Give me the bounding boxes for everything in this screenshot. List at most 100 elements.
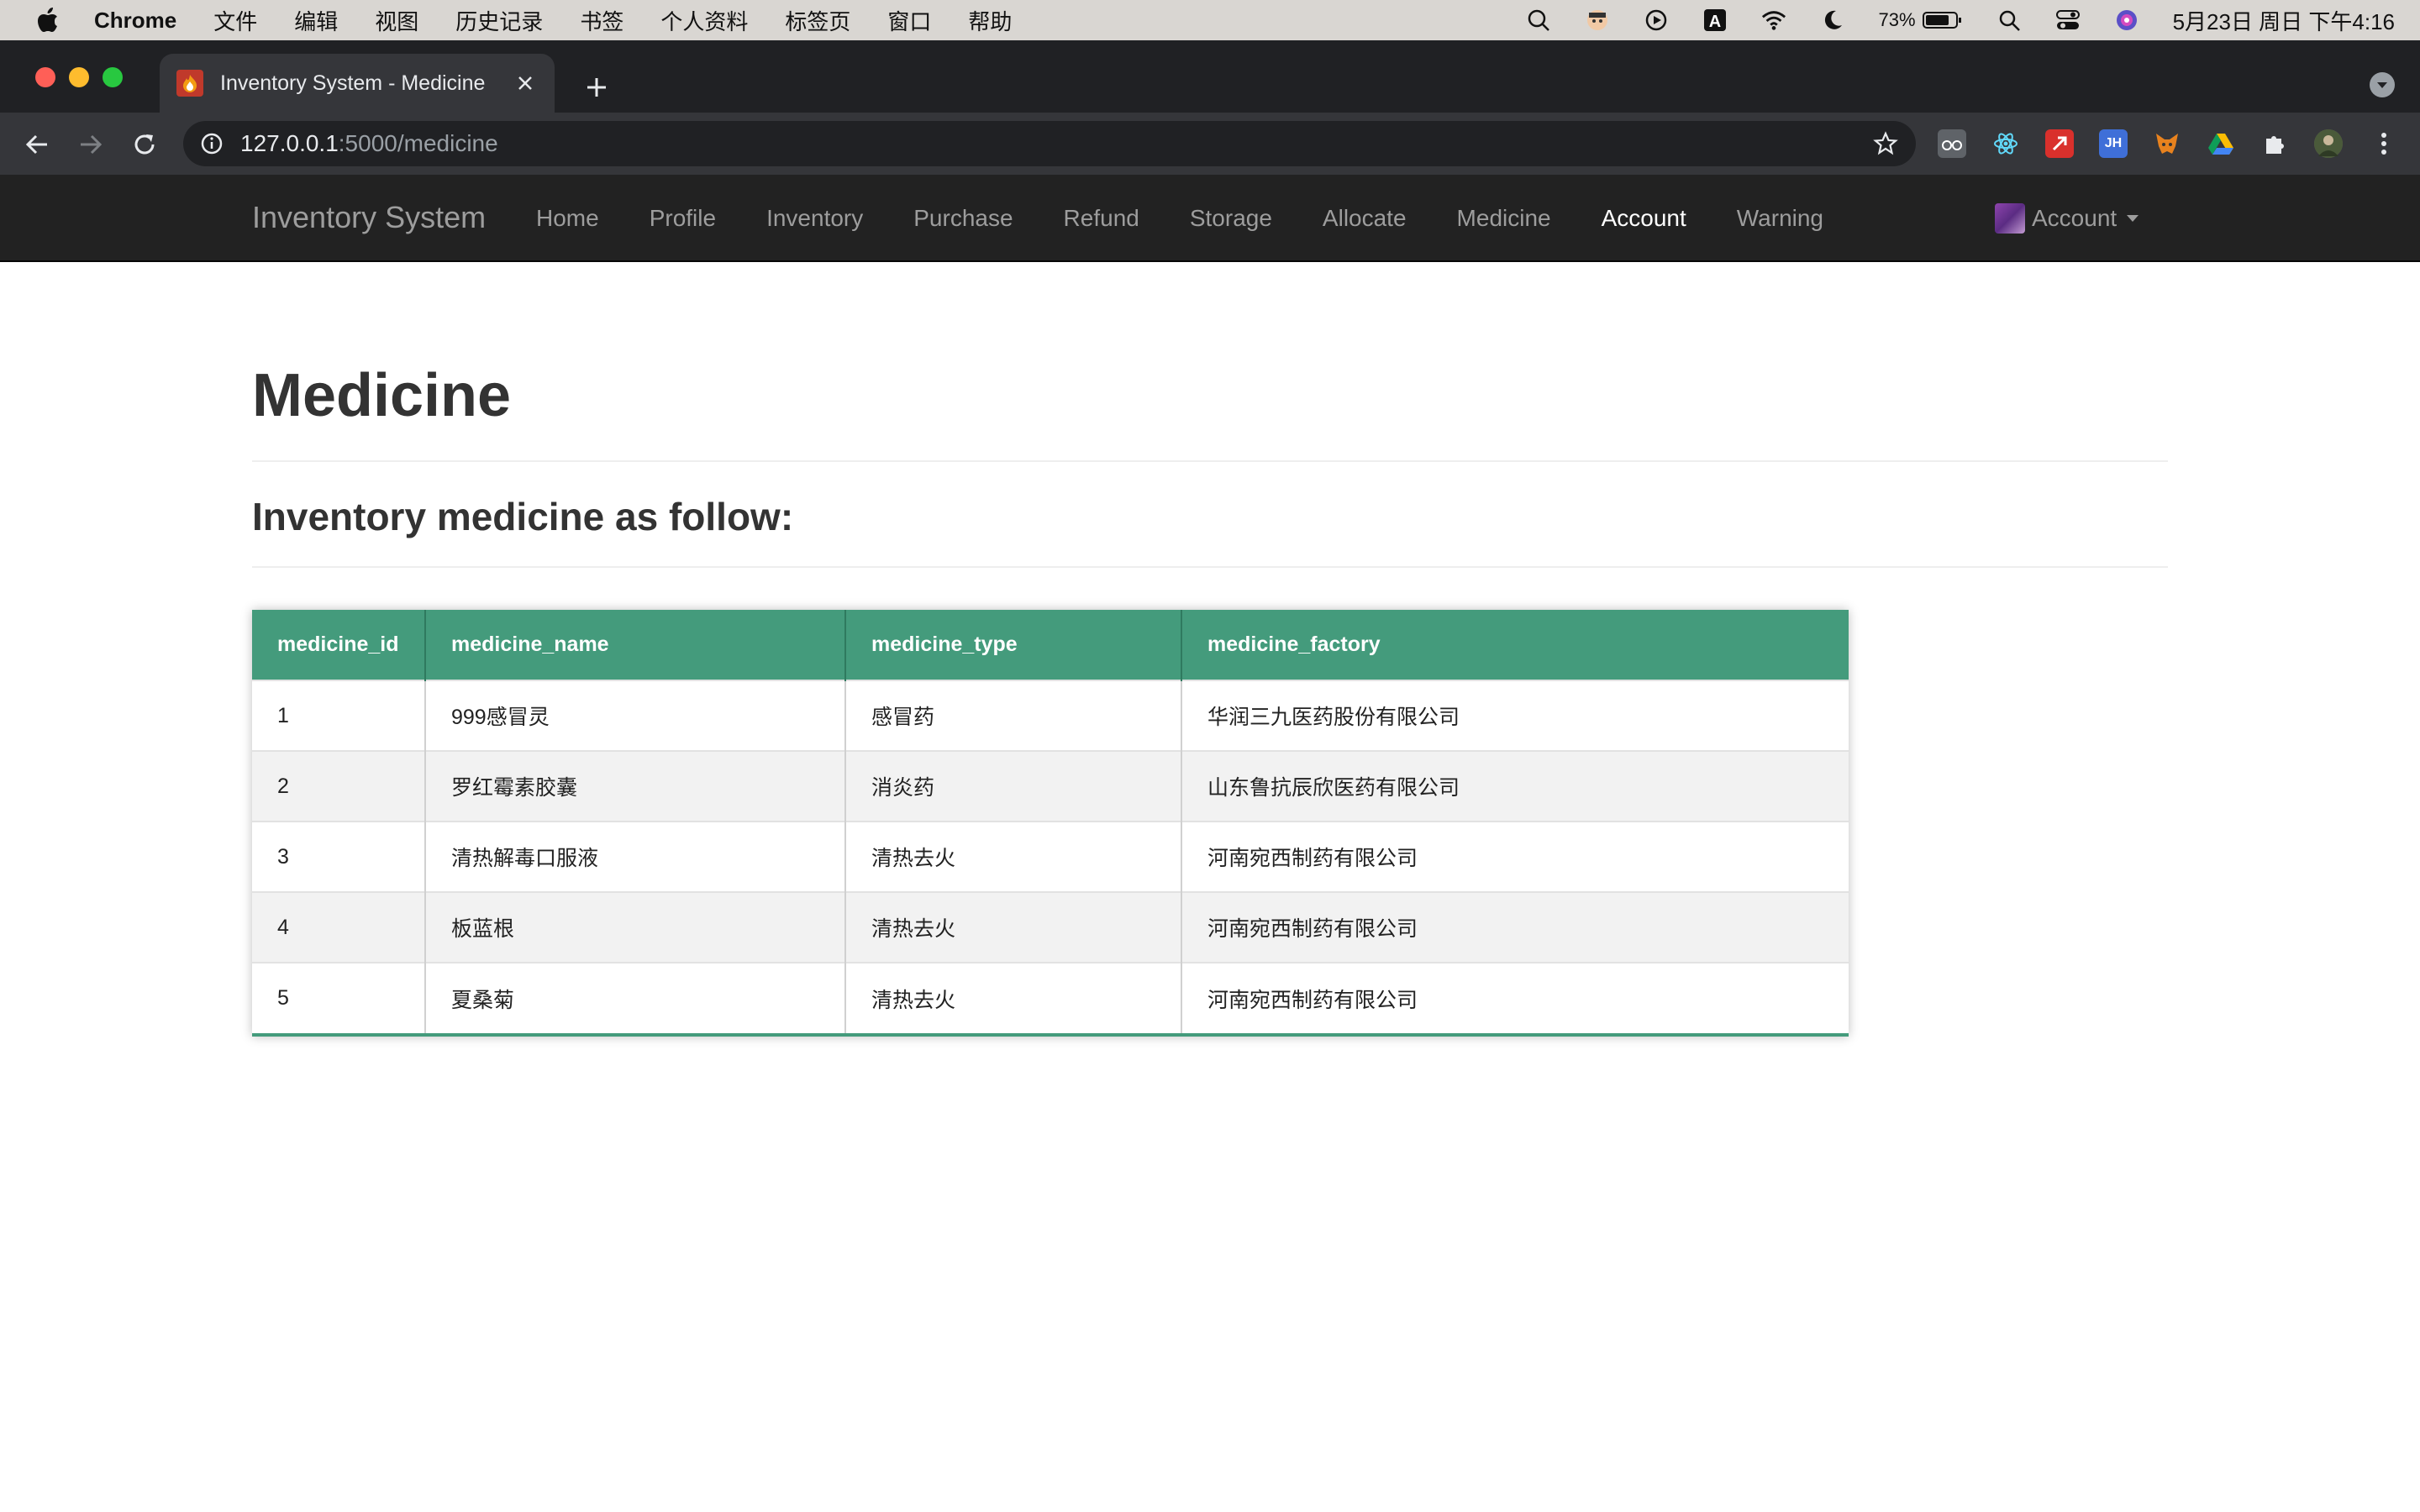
moon-icon[interactable]	[1820, 8, 1845, 33]
menu-file[interactable]: 文件	[213, 5, 257, 36]
menu-view[interactable]: 视图	[375, 5, 418, 36]
column-header-factory: medicine_factory	[1181, 610, 1849, 680]
extension-jh-icon[interactable]: JH	[2099, 129, 2128, 158]
nav-storage[interactable]: Storage	[1190, 205, 1272, 232]
cell-name: 板蓝根	[425, 891, 846, 963]
page-subtitle: Inventory medicine as follow:	[252, 495, 794, 538]
cell-id: 2	[252, 750, 426, 822]
browser-tab-active[interactable]: Inventory System - Medicine	[160, 54, 555, 113]
new-tab-icon[interactable]	[580, 71, 613, 104]
table-row: 2 罗红霉素胶囊 消炎药 山东鲁抗辰欣医药有限公司	[252, 750, 1849, 822]
cell-id: 1	[252, 680, 426, 751]
reload-icon[interactable]	[128, 128, 161, 161]
tab-search-icon[interactable]	[2370, 72, 2395, 97]
caret-down-icon	[2127, 215, 2139, 222]
nav-account[interactable]: Account	[1602, 205, 1686, 232]
nav-home[interactable]: Home	[536, 205, 599, 232]
navbar-brand[interactable]: Inventory System	[252, 200, 486, 235]
nav-purchase[interactable]: Purchase	[913, 205, 1013, 232]
table-row: 1 999感冒灵 感冒药 华润三九医药股份有限公司	[252, 680, 1849, 751]
bookmark-star-icon[interactable]	[1872, 130, 1899, 157]
extension-metamask-icon[interactable]	[2153, 129, 2181, 158]
url-path: :5000/medicine	[338, 130, 498, 156]
extension-arrow-icon[interactable]	[2045, 129, 2074, 158]
menu-app-name[interactable]: Chrome	[94, 8, 176, 34]
divider	[252, 460, 2168, 462]
window-zoom-button[interactable]	[103, 67, 123, 87]
table-row: 4 板蓝根 清热去火 河南宛西制药有限公司	[252, 891, 1849, 963]
nav-warning[interactable]: Warning	[1737, 205, 1823, 232]
chrome-menu-icon[interactable]	[2370, 129, 2398, 158]
window-close-button[interactable]	[35, 67, 55, 87]
column-header-type: medicine_type	[845, 610, 1182, 680]
account-dropdown-label: Account	[2032, 205, 2118, 231]
window-minimize-button[interactable]	[69, 67, 89, 87]
divider	[252, 566, 2168, 568]
svg-text:A: A	[1708, 13, 1720, 31]
column-header-id: medicine_id	[252, 610, 426, 680]
menubar-clock[interactable]: 5月23日 周日 下午4:16	[2173, 5, 2395, 36]
address-bar[interactable]: 127.0.0.1:5000/medicine	[183, 121, 1916, 166]
navbar-links: Home Profile Inventory Purchase Refund S…	[536, 175, 1874, 262]
cell-factory: 河南宛西制药有限公司	[1181, 821, 1849, 892]
extension-react-icon[interactable]	[1991, 129, 2020, 158]
menu-help[interactable]: 帮助	[968, 5, 1012, 36]
tab-close-icon[interactable]	[514, 72, 536, 94]
cell-factory: 华润三九医药股份有限公司	[1181, 680, 1849, 751]
menu-profile[interactable]: 个人资料	[660, 5, 748, 36]
table-header-row: medicine_id medicine_name medicine_type …	[252, 610, 1849, 680]
siri-icon[interactable]	[2114, 8, 2139, 33]
character-icon[interactable]	[1585, 8, 1610, 33]
battery-icon[interactable]	[1922, 8, 1963, 33]
cell-type: 清热去火	[845, 962, 1182, 1033]
url-host: 127.0.0.1	[240, 130, 339, 156]
page-title: Medicine	[252, 362, 512, 429]
menu-history[interactable]: 历史记录	[455, 5, 543, 36]
control-center-icon[interactable]	[2055, 8, 2081, 33]
url-text[interactable]: 127.0.0.1:5000/medicine	[240, 130, 498, 157]
tab-title: Inventory System - Medicine	[220, 71, 486, 95]
forward-arrow-icon[interactable]	[74, 128, 108, 161]
extensions-puzzle-icon[interactable]	[2260, 129, 2289, 158]
spotlight-search-icon[interactable]	[1996, 8, 2022, 33]
search-person-icon[interactable]	[1526, 8, 1551, 33]
cell-id: 4	[252, 891, 426, 963]
cell-factory: 河南宛西制药有限公司	[1181, 891, 1849, 963]
play-icon[interactable]	[1644, 8, 1669, 33]
nav-profile[interactable]: Profile	[650, 205, 716, 232]
cell-type: 清热去火	[845, 891, 1182, 963]
cell-type: 消炎药	[845, 750, 1182, 822]
cell-name: 夏桑菊	[425, 962, 846, 1033]
battery-percent: 73%	[1878, 9, 1916, 30]
site-info-icon[interactable]	[198, 130, 225, 157]
extension-glasses-icon[interactable]	[1938, 129, 1966, 158]
cell-type: 清热去火	[845, 821, 1182, 892]
nav-refund[interactable]: Refund	[1064, 205, 1139, 232]
browser-toolbar: 127.0.0.1:5000/medicine JH	[0, 113, 2420, 175]
nav-medicine[interactable]: Medicine	[1457, 205, 1551, 232]
nav-allocate[interactable]: Allocate	[1323, 205, 1407, 232]
account-dropdown[interactable]: Account	[1995, 203, 2139, 234]
input-method-icon[interactable]: A	[1702, 8, 1728, 33]
table-row: 5 夏桑菊 清热去火 河南宛西制药有限公司	[252, 962, 1849, 1033]
app-navbar: Inventory System Home Profile Inventory …	[0, 175, 2420, 262]
cell-factory: 河南宛西制药有限公司	[1181, 962, 1849, 1033]
apple-icon[interactable]	[35, 8, 60, 33]
back-arrow-icon[interactable]	[20, 128, 54, 161]
cell-id: 3	[252, 821, 426, 892]
menu-window[interactable]: 窗口	[887, 5, 931, 36]
extension-drive-icon[interactable]	[2207, 129, 2235, 158]
table-row: 3 清热解毒口服液 清热去火 河南宛西制药有限公司	[252, 821, 1849, 892]
menu-bookmarks[interactable]: 书签	[580, 5, 623, 36]
column-header-name: medicine_name	[425, 610, 846, 680]
menu-edit[interactable]: 编辑	[294, 5, 338, 36]
profile-avatar[interactable]	[2314, 129, 2343, 158]
medicine-table-container: medicine_id medicine_name medicine_type …	[252, 610, 1849, 1037]
cell-name: 清热解毒口服液	[425, 821, 846, 892]
cell-name: 999感冒灵	[425, 680, 846, 751]
cell-name: 罗红霉素胶囊	[425, 750, 846, 822]
nav-inventory[interactable]: Inventory	[766, 205, 863, 232]
menu-tabs[interactable]: 标签页	[785, 5, 850, 36]
cell-type: 感冒药	[845, 680, 1182, 751]
wifi-icon[interactable]	[1761, 8, 1786, 33]
